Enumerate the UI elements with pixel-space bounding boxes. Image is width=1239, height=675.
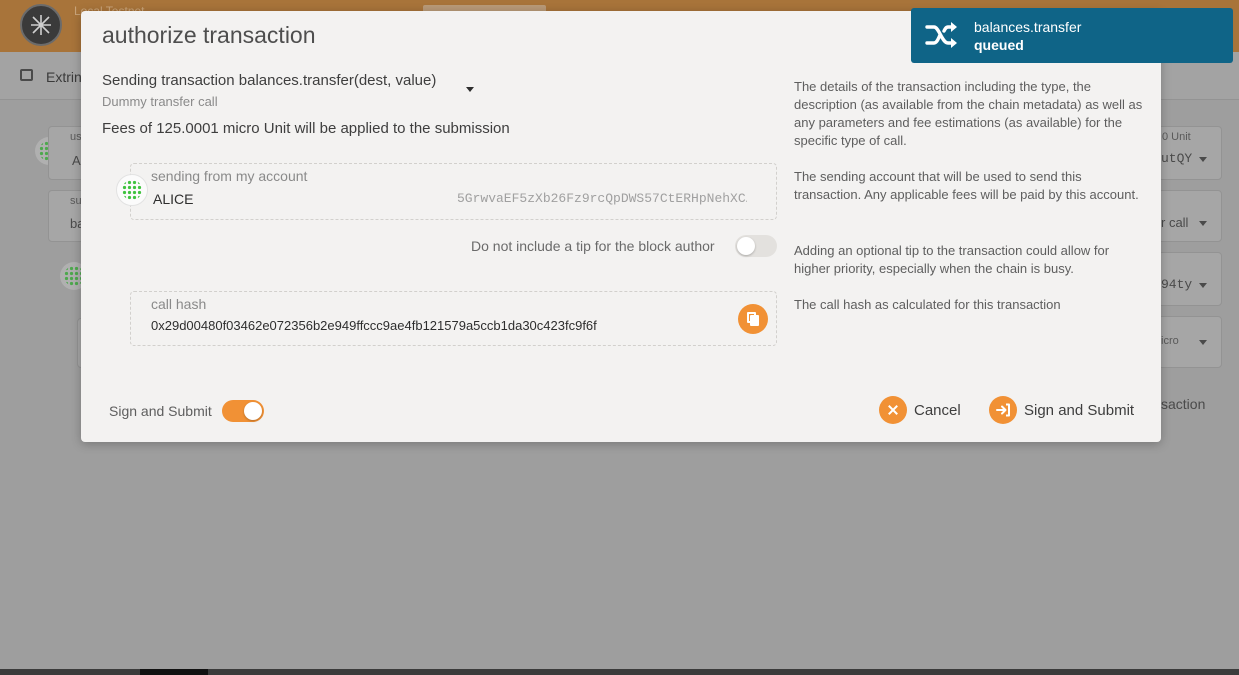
chevron-down-icon <box>1199 221 1207 226</box>
sign-in-icon <box>989 396 1017 424</box>
account-identicon <box>116 174 148 206</box>
bg-dest-tail: 94ty <box>1161 277 1193 292</box>
caret-down-icon <box>466 87 474 92</box>
account-name: ALICE <box>153 191 194 207</box>
close-icon <box>879 396 907 424</box>
app-logo[interactable] <box>20 4 62 46</box>
authorize-transaction-modal: authorize transaction Sending transactio… <box>81 11 1161 442</box>
copy-hash-button[interactable] <box>738 304 768 334</box>
account-address: 5GrwvaEF5zXb26Fz9rcQpDWS57CtERHpNehXC… <box>457 191 747 206</box>
shuffle-icon <box>925 22 957 48</box>
expand-details-toggle[interactable] <box>462 84 478 96</box>
extrinsics-icon <box>20 69 33 81</box>
tip-toggle-label: Do not include a tip for the block autho… <box>471 238 715 254</box>
sign-and-submit-label: Sign and Submit <box>1024 401 1135 419</box>
footer-bar <box>0 669 1239 675</box>
chevron-down-icon <box>1199 340 1207 345</box>
chevron-down-icon <box>1199 157 1207 162</box>
status-toast[interactable]: balances.transfer queued <box>911 8 1233 63</box>
tip-toggle[interactable] <box>735 235 777 257</box>
call-hash-value: 0x29d00480f03462e072356b2e949ffccc9ae4fb… <box>151 318 597 333</box>
bg-submit-tail: saction <box>1161 396 1206 412</box>
bg-call-desc-tail: r call <box>1161 215 1189 230</box>
transaction-heading: Sending transaction balances.transfer(de… <box>102 72 437 89</box>
call-hash-label: call hash <box>151 296 207 312</box>
sign-and-submit-button[interactable]: Sign and Submit <box>989 396 1134 424</box>
sign-submit-toggle-label: Sign and Submit <box>109 403 212 419</box>
help-account: The sending account that will be used to… <box>794 169 1139 202</box>
sending-account-label: sending from my account <box>151 168 308 184</box>
bg-balance-label: 0 Unit <box>1162 131 1191 143</box>
toast-method: balances.transfer <box>974 19 1082 35</box>
help-hash: The call hash as calculated for this tra… <box>794 297 1061 312</box>
bg-account-initial: A <box>72 153 81 168</box>
modal-title: authorize transaction <box>102 22 316 48</box>
fees-summary: Fees of 125.0001 micro Unit will be appl… <box>102 120 510 137</box>
sign-submit-toggle[interactable] <box>222 400 264 422</box>
bg-using-label: us <box>70 131 82 143</box>
bg-value-tail: icro <box>1161 335 1179 347</box>
toast-status: queued <box>974 37 1024 53</box>
cancel-button-label: Cancel <box>914 401 961 419</box>
chevron-down-icon <box>1199 283 1207 288</box>
help-details: The details of the transaction including… <box>794 79 1143 148</box>
transaction-description: Dummy transfer call <box>102 94 218 109</box>
cancel-button[interactable]: Cancel <box>879 396 961 424</box>
copy-icon-front <box>750 315 759 326</box>
bg-submit-label: su <box>70 195 82 207</box>
help-tip: Adding an optional tip to the transactio… <box>794 243 1110 276</box>
bg-address-tail: utQY <box>1161 151 1193 166</box>
